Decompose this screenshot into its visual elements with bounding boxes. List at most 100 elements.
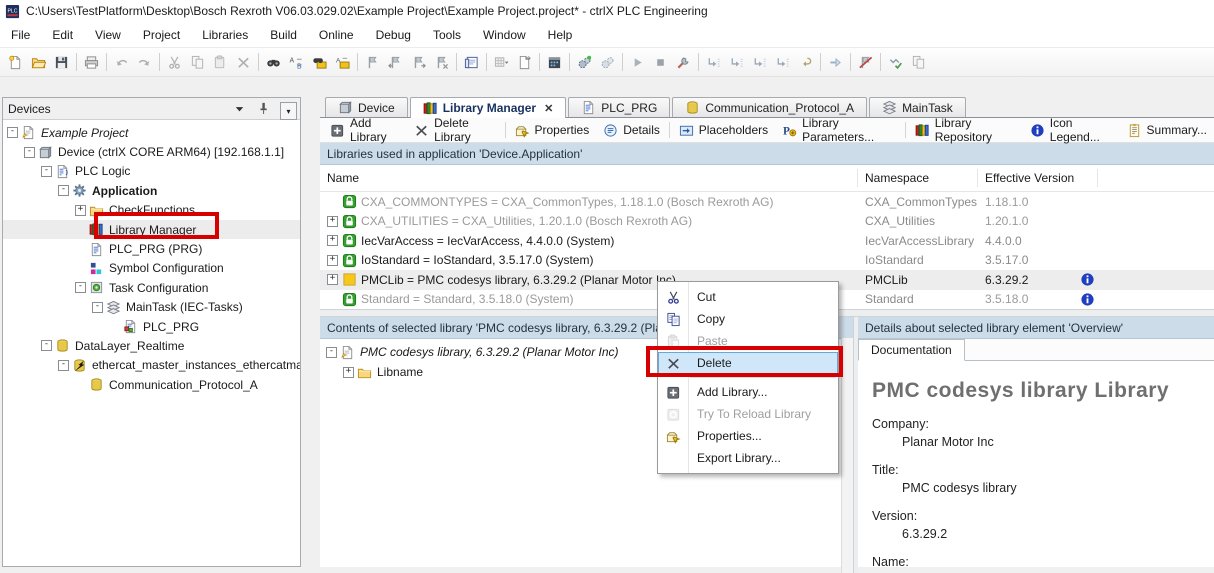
replace-in-files-button[interactable]: A: [331, 51, 354, 74]
tab-maintask[interactable]: MainTask: [869, 97, 966, 117]
tree-item-example-project[interactable]: -Example Project: [3, 123, 300, 142]
collapse-minus-icon[interactable]: -: [24, 147, 35, 158]
find-in-files-button[interactable]: [308, 51, 331, 74]
collapse-minus-icon[interactable]: -: [75, 282, 86, 293]
column-header-name[interactable]: Name: [320, 169, 858, 187]
login-button[interactable]: [573, 51, 596, 74]
library-row-cxa-commontypes[interactable]: CXA_COMMONTYPES = CXA_CommonTypes, 1.18.…: [320, 192, 1214, 212]
wrench-button[interactable]: [672, 51, 695, 74]
flag-crossed-button[interactable]: [854, 51, 877, 74]
tree-item-ethercat-master-instances-ethercatmaster[interactable]: -ethercat_master_instances_ethercatmaste…: [3, 356, 300, 375]
menu-build[interactable]: Build: [259, 24, 308, 46]
tree-item-maintask-iec-tasks[interactable]: -MainTask (IEC-Tasks): [3, 298, 300, 317]
stop-button[interactable]: [649, 51, 672, 74]
cut-gray-button[interactable]: [163, 51, 186, 74]
tree-item-symbol-configuration[interactable]: Symbol Configuration: [3, 259, 300, 278]
context-menu-properties[interactable]: Properties...: [658, 425, 838, 447]
summary-button[interactable]: Summary...: [1120, 118, 1214, 142]
collapse-minus-icon[interactable]: -: [41, 166, 52, 177]
menu-libraries[interactable]: Libraries: [191, 24, 259, 46]
sync-check-button[interactable]: [884, 51, 907, 74]
logout-button[interactable]: [596, 51, 619, 74]
collapse-minus-icon[interactable]: -: [58, 360, 69, 371]
delete-library-button[interactable]: Delete Library: [407, 118, 503, 142]
tree-item-communication-protocol-a[interactable]: Communication_Protocol_A: [3, 375, 300, 394]
new-object-button[interactable]: [513, 51, 536, 74]
undo-button[interactable]: [110, 51, 133, 74]
menu-edit[interactable]: Edit: [41, 24, 84, 46]
expand-plus-icon[interactable]: +: [327, 216, 338, 227]
expand-plus-icon[interactable]: +: [327, 255, 338, 266]
bookmark-prev-button[interactable]: [384, 51, 407, 74]
expand-plus-icon[interactable]: +: [75, 205, 86, 216]
bookmark-button[interactable]: [361, 51, 384, 74]
library-row-iostandard[interactable]: +IoStandard = IoStandard, 3.5.17.0 (Syst…: [320, 251, 1214, 271]
pages-button[interactable]: [907, 51, 930, 74]
collapse-minus-icon[interactable]: -: [92, 302, 103, 313]
step-out-button[interactable]: [748, 51, 771, 74]
info-icon[interactable]: [1080, 272, 1095, 287]
tab-device[interactable]: Device: [325, 97, 408, 117]
context-menu-add-library[interactable]: Add Library...: [658, 381, 838, 403]
new-file-button[interactable]: [4, 51, 27, 74]
expand-plus-icon[interactable]: +: [327, 235, 338, 246]
library-parameters-button[interactable]: PLibrary Parameters...: [775, 118, 903, 142]
tree-item-plc-logic[interactable]: -PLC Logic: [3, 162, 300, 181]
cycle-button[interactable]: [794, 51, 817, 74]
open-button[interactable]: [27, 51, 50, 74]
chevron-down-icon[interactable]: [231, 101, 247, 117]
tab-close-icon[interactable]: ✕: [544, 102, 553, 115]
collapse-minus-icon[interactable]: -: [41, 340, 52, 351]
column-header-namespace[interactable]: Namespace: [858, 169, 978, 187]
tree-item-device-ctrlx-core-arm64-192-168-1-1[interactable]: -Device (ctrlX CORE ARM64) [192.168.1.1]: [3, 142, 300, 161]
expand-plus-icon[interactable]: +: [327, 274, 338, 285]
menu-view[interactable]: View: [84, 24, 132, 46]
tree-item-datalayer-realtime[interactable]: -DataLayer_Realtime: [3, 336, 300, 355]
contents-scrollbar[interactable]: [841, 338, 853, 573]
pin-icon[interactable]: [255, 101, 271, 117]
bookmark-clear-button[interactable]: [430, 51, 453, 74]
context-menu-cut[interactable]: Cut: [658, 286, 838, 308]
bookmark-next-button[interactable]: [407, 51, 430, 74]
delete-gray-button[interactable]: [232, 51, 255, 74]
tab-library-manager[interactable]: Library Manager✕: [410, 97, 567, 118]
library-repository-button[interactable]: Library Repository: [908, 118, 1023, 142]
save-button[interactable]: [50, 51, 73, 74]
redo-button[interactable]: [133, 51, 156, 74]
tab-communication-protocol-a[interactable]: Communication_Protocol_A: [672, 97, 867, 117]
library-row-iecvaraccesslibrary[interactable]: +IecVarAccess = IecVarAccess, 4.4.0.0 (S…: [320, 231, 1214, 251]
tree-item-task-configuration[interactable]: -Task Configuration: [3, 278, 300, 297]
menu-help[interactable]: Help: [537, 24, 584, 46]
play-button[interactable]: [626, 51, 649, 74]
menu-file[interactable]: File: [0, 24, 41, 46]
context-menu-try-to-reload-library[interactable]: Try To Reload Library: [658, 403, 838, 425]
icon-legend-button[interactable]: Icon Legend...: [1023, 118, 1120, 142]
collapse-minus-icon[interactable]: -: [7, 127, 18, 138]
arrow-right-button[interactable]: [824, 51, 847, 74]
context-menu-paste[interactable]: Paste: [658, 330, 838, 352]
context-menu-export-library[interactable]: Export Library...: [658, 447, 838, 469]
tree-item-application[interactable]: -Application: [3, 181, 300, 200]
placeholders-button[interactable]: Placeholders: [672, 118, 775, 142]
print-button[interactable]: [80, 51, 103, 74]
context-menu-copy[interactable]: Copy: [658, 308, 838, 330]
step-run-button[interactable]: [771, 51, 794, 74]
tree-dropdown-button[interactable]: ▾: [280, 102, 297, 120]
add-library-button[interactable]: Add Library: [323, 118, 407, 142]
menu-tools[interactable]: Tools: [422, 24, 472, 46]
paste-gray-button[interactable]: [209, 51, 232, 74]
collapse-minus-icon[interactable]: -: [58, 185, 69, 196]
step-over-button[interactable]: [725, 51, 748, 74]
copy-gray-button[interactable]: [186, 51, 209, 74]
tab-plc-prg[interactable]: PLC_PRG: [568, 97, 670, 117]
tree-item-plc-prg-prg[interactable]: PLC_PRG (PRG): [3, 239, 300, 258]
library-row-cxa-utilities[interactable]: +CXA_UTILITIES = CXA_Utilities, 1.20.1.0…: [320, 212, 1214, 232]
messages-button[interactable]: [460, 51, 483, 74]
menu-online[interactable]: Online: [308, 24, 365, 46]
info-icon[interactable]: [1080, 292, 1095, 307]
replace-button[interactable]: AB: [285, 51, 308, 74]
details-button[interactable]: Details: [596, 118, 667, 142]
collapse-minus-icon[interactable]: -: [326, 347, 337, 358]
find-button[interactable]: [262, 51, 285, 74]
tree-item-plc-prg[interactable]: PLC_PRG: [3, 317, 300, 336]
